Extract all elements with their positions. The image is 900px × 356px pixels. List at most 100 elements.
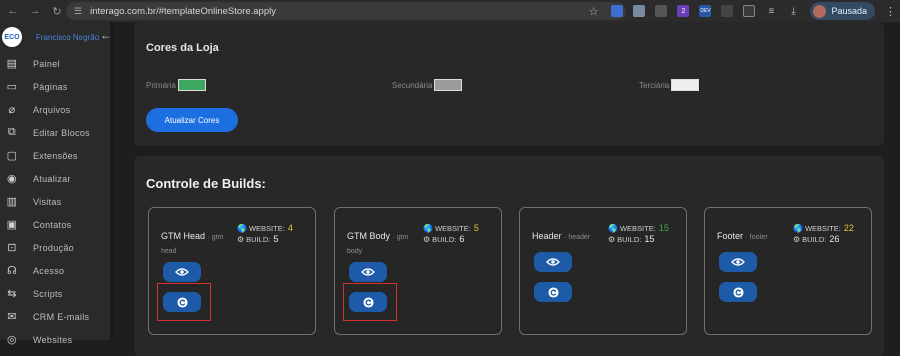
chart-icon: ▥ xyxy=(6,196,18,208)
puzzle-icon[interactable] xyxy=(743,5,756,17)
production-icon: ⊡ xyxy=(7,242,17,254)
sidebar-item[interactable]: ▣ Contatos xyxy=(0,213,110,236)
scripts-icon: ⇆ xyxy=(7,288,17,300)
site-settings-icon[interactable]: ☰ xyxy=(74,6,82,17)
website-label: WEBSITE: xyxy=(619,224,656,233)
collapse-arrow-icon[interactable]: ← xyxy=(100,28,112,42)
tertiary-color-swatch[interactable] xyxy=(671,79,700,91)
build-name: GTM Body xyxy=(347,231,391,241)
build-label: BUILD: xyxy=(432,235,457,244)
profile-button[interactable]: Pausada xyxy=(810,2,875,20)
sidebar-item-label: Editar Blocos xyxy=(33,127,90,138)
avatar xyxy=(813,4,827,18)
sidebar-item[interactable]: ▤ Painel xyxy=(0,52,110,75)
sidebar-item[interactable]: ▥ Visitas xyxy=(0,190,110,213)
extension-icon[interactable] xyxy=(611,5,624,17)
build-stats: 🌎 WEBSITE: 5 ⚙ BUILD: 6 xyxy=(423,223,479,245)
view-build-button[interactable] xyxy=(349,262,387,282)
highlight-box xyxy=(157,283,211,321)
sidebar-item-label: CRM E-mails xyxy=(33,311,90,322)
tertiary-color-label: Terciária xyxy=(639,80,670,90)
primary-color-swatch[interactable] xyxy=(177,79,206,91)
view-build-button[interactable] xyxy=(163,262,201,282)
eye-icon xyxy=(546,257,560,267)
rebuild-button[interactable] xyxy=(534,282,572,302)
build-card-title: Header · header xyxy=(532,230,612,244)
build-number: 15 xyxy=(644,234,655,244)
sidebar-item[interactable]: ◉ Atualizar xyxy=(0,167,110,190)
extension-badge-icon[interactable]: 2 xyxy=(677,5,690,17)
panel-title: Cores da Loja xyxy=(146,42,219,54)
build-label: BUILD: xyxy=(246,235,271,244)
secondary-color-swatch[interactable] xyxy=(434,79,463,91)
sidebar-item-label: Extensões xyxy=(33,150,78,161)
rebuild-button[interactable] xyxy=(719,282,757,302)
contacts-icon: ▣ xyxy=(6,219,18,231)
build-card: Header · header 🌎 WEBSITE: 15 ⚙ BUILD: 15 xyxy=(519,207,687,335)
address-bar[interactable]: ☰ interago.com.br/#templateOnlineStore.a… xyxy=(66,2,626,20)
dashboard-icon: ▤ xyxy=(6,58,18,70)
website-build-number: 4 xyxy=(287,223,293,233)
build-name: Footer xyxy=(717,231,744,241)
build-card: GTM Body · gtm body 🌎 WEBSITE: 5 ⚙ BUILD: 6 xyxy=(334,207,502,335)
sidebar-item[interactable]: ▢ Extensões xyxy=(0,144,110,167)
globe-icon: 🌎 xyxy=(423,224,433,233)
sidebar-item[interactable]: ☊ Acesso xyxy=(0,259,110,282)
secondary-color-label: Secundária xyxy=(392,80,433,90)
eye-icon xyxy=(361,267,375,277)
refresh-icon xyxy=(547,286,559,298)
globe-icon: 🌎 xyxy=(793,224,803,233)
refresh-icon xyxy=(732,286,744,298)
sidebar-item[interactable]: ⌀ Arquivos xyxy=(0,98,110,121)
user-name[interactable]: Francisco Negrão xyxy=(36,33,99,42)
gear-icon: ⚙ xyxy=(423,235,431,244)
sidebar-item-label: Atualizar xyxy=(33,173,71,184)
update-colors-button[interactable]: Atualizar Cores xyxy=(146,108,238,132)
primary-color-label: Primária xyxy=(146,80,176,90)
profile-label: Pausada xyxy=(831,6,867,16)
build-card: Footer · footer 🌎 WEBSITE: 22 ⚙ BUILD: 26 xyxy=(704,207,872,335)
build-number: 6 xyxy=(459,234,465,244)
extension-icon[interactable] xyxy=(655,5,668,17)
build-card: GTM Head · gtm head 🌎 WEBSITE: 4 ⚙ BUILD: 5 xyxy=(148,207,316,335)
users-icon: ☊ xyxy=(6,265,18,277)
extension-dev-icon[interactable]: DEV xyxy=(699,5,712,17)
build-card-title: GTM Head · gtm head xyxy=(161,230,231,258)
sidebar-item-label: Acesso xyxy=(33,265,65,276)
browser-toolbar: ← → ↻ ☰ interago.com.br/#templateOnlineS… xyxy=(0,0,900,22)
forward-icon[interactable]: → xyxy=(26,2,44,20)
website-label: WEBSITE: xyxy=(804,224,841,233)
more-menu-icon[interactable]: ⋮ xyxy=(885,5,896,18)
download-icon[interactable]: ⤓ xyxy=(787,5,799,17)
sidebar-item[interactable]: ✉ CRM E-mails xyxy=(0,305,110,328)
main-content: Cores da Loja Primária Secundária Terciá… xyxy=(118,22,900,356)
website-label: WEBSITE: xyxy=(434,224,471,233)
bookmark-star-icon[interactable]: ☆ xyxy=(589,5,599,18)
view-build-button[interactable] xyxy=(719,252,757,272)
sidebar: ECO Francisco Negrão ← ▤ Painel ▭ Páginas ⌀ A… xyxy=(0,22,114,346)
build-card-title: GTM Body · gtm body xyxy=(347,230,417,258)
tertiary-color-field: Terciária xyxy=(639,79,700,91)
back-icon[interactable]: ← xyxy=(4,2,22,20)
build-number: 26 xyxy=(829,234,840,244)
secondary-color-field: Secundária xyxy=(392,79,463,91)
build-number: 5 xyxy=(273,234,279,244)
logo: ECO xyxy=(2,27,22,47)
mail-icon: ✉ xyxy=(7,311,17,323)
build-label: BUILD: xyxy=(802,235,827,244)
reading-list-icon[interactable]: ≡ xyxy=(765,5,777,17)
sidebar-item-label: Páginas xyxy=(33,81,68,92)
sidebar-item[interactable]: ⧉ Editar Blocos xyxy=(0,121,110,144)
build-label: BUILD: xyxy=(617,235,642,244)
extension-icon[interactable] xyxy=(721,5,734,17)
build-slug: · header xyxy=(564,234,591,241)
sidebar-item[interactable]: ⇆ Scripts xyxy=(0,282,110,305)
sidebar-item[interactable]: ⊡ Produção xyxy=(0,236,110,259)
build-card-title: Footer · footer xyxy=(717,230,797,244)
view-build-button[interactable] xyxy=(534,252,572,272)
extension-icon[interactable] xyxy=(633,5,646,17)
store-colors-panel: Cores da Loja Primária Secundária Terciá… xyxy=(134,22,884,146)
eye-icon xyxy=(731,257,745,267)
sidebar-item[interactable]: ▭ Páginas xyxy=(0,75,110,98)
reload-icon[interactable]: ↻ xyxy=(48,2,66,20)
